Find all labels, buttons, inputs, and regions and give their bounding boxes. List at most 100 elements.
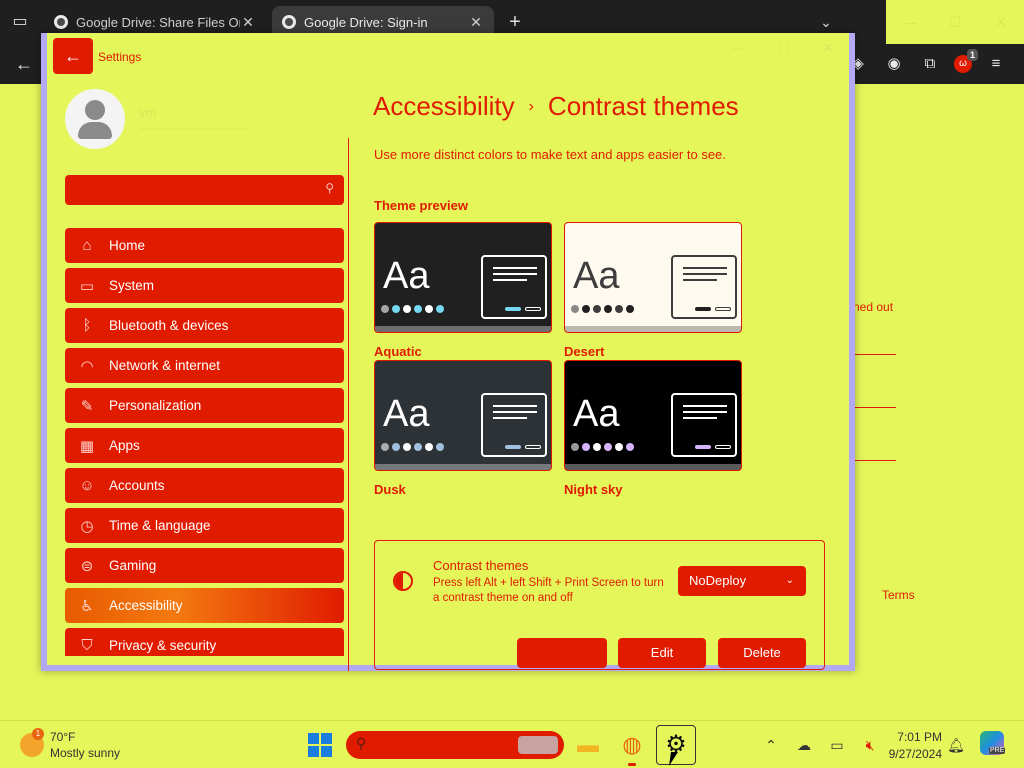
- tab-actions-icon[interactable]: ▭: [8, 10, 32, 34]
- taskbar: 1 70°F Mostly sunny ⚲ ▬ ◍ ⚙ ⌃ ☁ ▭ 🔇︎ 7:0…: [0, 720, 1024, 768]
- taskbar-search[interactable]: ⚲: [346, 731, 564, 759]
- theme-name: Dusk: [374, 482, 406, 497]
- sidebar-item-label: Accounts: [109, 478, 165, 493]
- sidebar-item-system[interactable]: ▭ System: [65, 268, 344, 303]
- google-favicon-icon: [282, 15, 296, 29]
- system-tray: ⌃ ☁ ▭ 🔇︎: [760, 733, 881, 757]
- file-explorer-icon[interactable]: ▬: [572, 729, 604, 761]
- breadcrumb-parent[interactable]: Accessibility: [373, 91, 515, 121]
- active-indicator: [628, 763, 636, 766]
- close-icon[interactable]: ✕: [823, 41, 833, 55]
- theme-name: Night sky: [564, 482, 623, 497]
- page-title: Contrast themes: [547, 91, 739, 121]
- sidebar-item-home[interactable]: ⌂ Home: [65, 228, 344, 263]
- settings-window: — ☐ ✕ ← Settings vm —————————— ⚲ ⌂ Home …: [41, 33, 855, 671]
- sidebar-item-label: Home: [109, 238, 146, 253]
- menu-icon[interactable]: ≡: [984, 52, 1008, 76]
- theme-window-preview: [481, 255, 547, 319]
- maximize-icon[interactable]: ☐: [778, 41, 789, 55]
- divider: [853, 460, 896, 461]
- theme-window-preview: [671, 255, 737, 319]
- edit-button[interactable]: Edit: [618, 638, 706, 668]
- chevron-down-icon[interactable]: ⌄: [814, 10, 838, 34]
- tab-title: Google Drive: Share Files Online: [76, 14, 240, 30]
- theme-color-dots: [571, 443, 634, 451]
- terms-link[interactable]: Terms: [882, 588, 915, 602]
- delete-button[interactable]: Delete: [718, 638, 806, 668]
- clock-time[interactable]: 7:01 PM: [886, 730, 942, 744]
- accessibility-icon: ♿: [80, 597, 94, 615]
- settings-search[interactable]: ⚲: [65, 175, 344, 205]
- theme-sample-text: Aa: [573, 393, 620, 435]
- sidebar-item-time-language[interactable]: ◷ Time & language: [65, 508, 344, 543]
- contrast-themes-description: Press left Alt + left Shift + Print Scre…: [433, 577, 664, 604]
- search-highlight-image: [518, 736, 558, 754]
- theme-card-aquatic[interactable]: Aa: [374, 222, 552, 333]
- theme-sample-text: Aa: [383, 255, 430, 297]
- theme-card-desert[interactable]: Aa: [564, 222, 742, 333]
- extension-badge: 1: [966, 49, 978, 61]
- theme-color-dots: [381, 443, 444, 451]
- back-button[interactable]: ←: [53, 38, 93, 74]
- contrast-icon: [393, 571, 413, 591]
- home-icon: ⌂: [82, 237, 92, 254]
- sidebar-item-label: Gaming: [109, 558, 157, 573]
- sidebar-item-apps[interactable]: ▦ Apps: [65, 428, 344, 463]
- theme-select-dropdown[interactable]: NoDeploy ⌄: [678, 566, 806, 596]
- sidebar-item-label: Accessibility: [109, 598, 183, 613]
- pane-divider: [348, 138, 349, 671]
- user-profile[interactable]: vm ——————————: [65, 89, 345, 153]
- close-icon[interactable]: ✕: [240, 14, 256, 31]
- sidebar-item-accounts[interactable]: ☺ Accounts: [65, 468, 344, 503]
- selected-theme: NoDeploy: [689, 573, 747, 588]
- bluetooth-icon: ᛒ: [82, 317, 92, 334]
- weather-badge: 1: [32, 728, 44, 740]
- sidebar-item-bluetooth[interactable]: ᛒ Bluetooth & devices: [65, 308, 344, 343]
- firefox-icon[interactable]: ◍: [616, 729, 648, 761]
- apply-button[interactable]: [517, 638, 607, 668]
- profile-name: vm: [139, 105, 157, 120]
- close-icon[interactable]: ✕: [978, 0, 1024, 44]
- notification-bell-icon[interactable]: 🔔︎: [946, 733, 966, 757]
- sidebar-item-personalization[interactable]: ✎ Personalization: [65, 388, 344, 423]
- theme-preview-label: Theme preview: [374, 198, 468, 213]
- onedrive-cloud-icon[interactable]: ☁: [793, 733, 815, 757]
- theme-card-night-sky[interactable]: Aa: [564, 360, 742, 471]
- extensions-icon[interactable]: ⧉: [918, 52, 942, 76]
- sidebar-item-accessibility[interactable]: ♿ Accessibility: [65, 588, 344, 623]
- sidebar-item-label: Bluetooth & devices: [109, 318, 229, 333]
- monitor-icon: ▭: [79, 277, 95, 295]
- contrast-themes-title: Contrast themes: [433, 558, 529, 573]
- windows-start-icon[interactable]: [308, 733, 332, 757]
- theme-card-dusk[interactable]: Aa: [374, 360, 552, 471]
- wifi-icon: ◠: [80, 357, 94, 375]
- page-description: Use more distinct colors to make text an…: [374, 147, 726, 162]
- clock-date[interactable]: 9/27/2024: [878, 747, 942, 761]
- minimize-icon[interactable]: —: [886, 0, 932, 44]
- app-title: Settings: [98, 50, 142, 64]
- apps-icon: ▦: [79, 437, 95, 455]
- chevron-up-icon[interactable]: ⌃: [760, 733, 782, 757]
- maximize-icon[interactable]: ☐: [932, 0, 978, 44]
- background-page-text: ned out: [853, 300, 894, 314]
- weather-condition[interactable]: Mostly sunny: [50, 746, 120, 760]
- close-icon[interactable]: ✕: [468, 14, 484, 31]
- search-input[interactable]: [73, 180, 313, 200]
- sidebar-item-label: Privacy & security: [109, 638, 217, 653]
- profile-email: ——————————: [139, 123, 249, 135]
- sidebar-item-label: System: [109, 278, 155, 293]
- chevron-down-icon: ⌄: [785, 575, 794, 586]
- weather-temperature[interactable]: 70°F: [50, 730, 75, 744]
- sidebar-item-privacy-security[interactable]: ⛉ Privacy & security: [65, 628, 344, 656]
- back-arrow-icon[interactable]: ←: [12, 52, 36, 76]
- ublock-extension-icon[interactable]: ω1: [954, 49, 978, 73]
- new-tab-button[interactable]: +: [503, 10, 527, 34]
- account-icon[interactable]: ◉: [882, 52, 906, 76]
- toolbar-icons: ◈ ◉ ⧉ ω1 ≡: [846, 49, 1008, 76]
- minimize-icon[interactable]: —: [732, 41, 744, 55]
- display-icon[interactable]: ▭: [826, 733, 848, 757]
- theme-sample-text: Aa: [383, 393, 430, 435]
- search-icon: ⚲: [325, 181, 334, 195]
- sidebar-item-gaming[interactable]: ⊜ Gaming: [65, 548, 344, 583]
- sidebar-item-network[interactable]: ◠ Network & internet: [65, 348, 344, 383]
